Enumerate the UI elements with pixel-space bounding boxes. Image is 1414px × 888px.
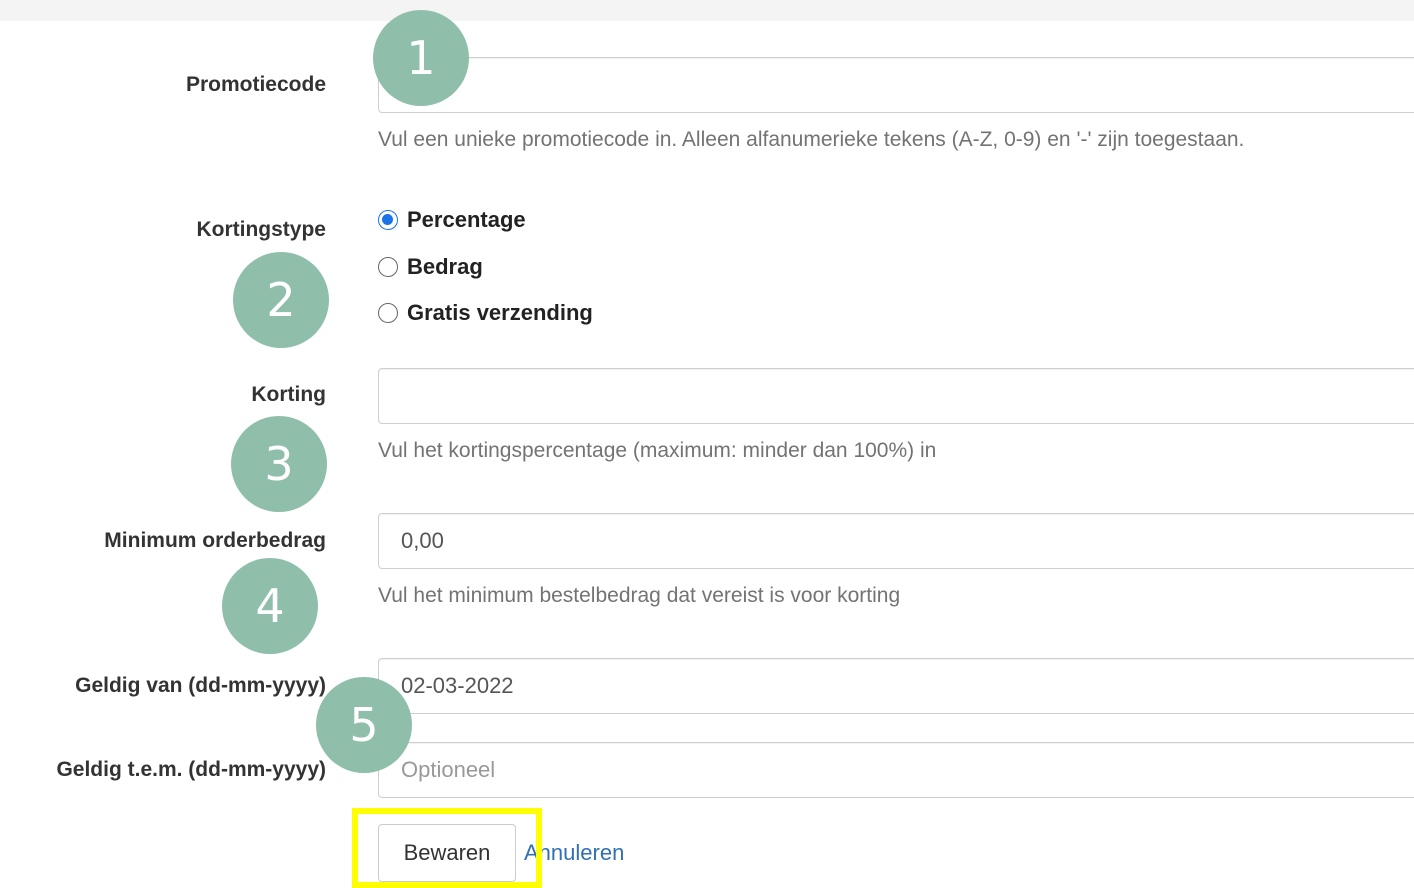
- valid-until-label: Geldig t.e.m. (dd-mm-yyyy): [56, 758, 326, 781]
- radio-option-percentage[interactable]: Percentage: [378, 206, 526, 234]
- step-badge-2: 2: [233, 252, 329, 348]
- radio-button-amount[interactable]: [378, 257, 398, 277]
- cancel-link[interactable]: Annuleren: [524, 840, 624, 866]
- min-order-label: Minimum orderbedrag: [104, 529, 326, 552]
- step-badge-4: 4: [222, 558, 318, 654]
- valid-from-label: Geldig van (dd-mm-yyyy): [75, 674, 326, 697]
- save-button[interactable]: Bewaren: [378, 824, 516, 882]
- valid-until-input[interactable]: [378, 742, 1414, 798]
- radio-button-free-shipping[interactable]: [378, 303, 398, 323]
- step-badge-5: 5: [316, 677, 412, 773]
- discount-input[interactable]: [378, 368, 1414, 424]
- step-badge-1: 1: [373, 10, 469, 106]
- radio-button-percentage[interactable]: [378, 210, 398, 230]
- top-bar: [0, 0, 1414, 21]
- promo-code-input[interactable]: [378, 57, 1414, 113]
- radio-option-free-shipping[interactable]: Gratis verzending: [378, 299, 593, 327]
- step-badge-3: 3: [231, 416, 327, 512]
- valid-from-input[interactable]: [378, 658, 1414, 714]
- radio-option-amount[interactable]: Bedrag: [378, 253, 483, 281]
- radio-label-free-shipping[interactable]: Gratis verzending: [407, 300, 593, 326]
- min-order-input[interactable]: [378, 513, 1414, 569]
- radio-label-amount[interactable]: Bedrag: [407, 254, 483, 280]
- promo-code-label: Promotiecode: [185, 73, 326, 96]
- radio-label-percentage[interactable]: Percentage: [407, 207, 526, 233]
- min-order-help: Vul het minimum bestelbedrag dat vereist…: [378, 584, 901, 607]
- discount-help: Vul het kortingspercentage (maximum: min…: [378, 439, 937, 462]
- discount-label: Korting: [251, 383, 326, 406]
- discount-type-label: Kortingstype: [196, 218, 326, 241]
- promo-code-help: Vul een unieke promotiecode in. Alleen a…: [378, 128, 1245, 151]
